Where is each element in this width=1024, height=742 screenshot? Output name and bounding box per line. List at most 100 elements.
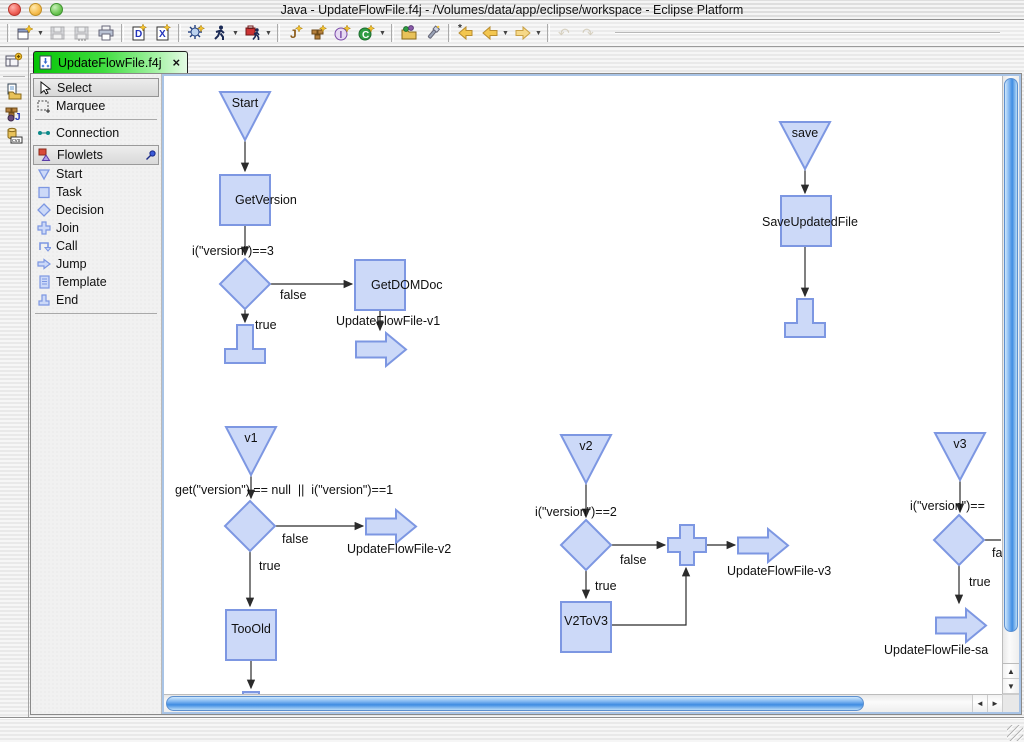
resource-perspective-button[interactable]	[2, 81, 26, 103]
decision-node-main[interactable]	[220, 259, 270, 309]
node-label[interactable]: save	[780, 126, 830, 140]
palette-drawer-flowlets[interactable]: Flowlets	[33, 145, 159, 165]
scroll-right-button[interactable]: ►	[987, 695, 1002, 712]
condition-label[interactable]: i("version")==2	[535, 505, 617, 519]
condition-label[interactable]: get("version") == null || i("version")==…	[175, 483, 393, 497]
pin-icon[interactable]	[144, 148, 158, 162]
last-edit-location-button[interactable]: *	[454, 22, 478, 44]
palette-item-decision[interactable]: Decision	[33, 201, 159, 219]
window-resize-grip[interactable]	[1007, 725, 1023, 741]
false-label[interactable]: false	[620, 553, 646, 567]
new-class-button[interactable]: C	[355, 22, 379, 44]
external-tools-dropdown-caret[interactable]: ▼	[265, 22, 274, 44]
java-perspective-button[interactable]: J	[2, 103, 26, 125]
false-label[interactable]: false	[282, 532, 308, 546]
condition-label[interactable]: i("version")==	[910, 499, 985, 513]
jump-node-save[interactable]	[936, 609, 986, 642]
node-label[interactable]: Start	[220, 96, 270, 110]
back-button[interactable]	[478, 22, 502, 44]
tab-updateflowfile[interactable]: UpdateFlowFile.f4j ×	[33, 51, 188, 73]
jump-node-v1[interactable]	[356, 333, 406, 366]
search-button[interactable]	[421, 22, 445, 44]
save-button[interactable]	[46, 22, 70, 44]
flow-canvas[interactable]: Start GetVersion i("version")==3 false t…	[164, 76, 1002, 694]
palette-item-join[interactable]: Join	[33, 219, 159, 237]
palette-tool-label: Connection	[56, 126, 119, 140]
true-label[interactable]: true	[969, 575, 991, 589]
jump-label[interactable]: UpdateFlowFile-v2	[347, 542, 451, 556]
true-label[interactable]: true	[255, 318, 277, 332]
node-label[interactable]: GetVersion	[235, 193, 297, 207]
new-x-file-button[interactable]: X	[151, 22, 175, 44]
decision-node-icon	[37, 203, 51, 217]
forward-dropdown-caret[interactable]: ▼	[535, 22, 544, 44]
end-node-save[interactable]	[785, 299, 825, 337]
redo-button[interactable]: ↷	[577, 22, 601, 44]
join-node-v2[interactable]	[668, 525, 706, 565]
print-button[interactable]	[94, 22, 118, 44]
open-type-button[interactable]	[397, 22, 421, 44]
save-as-button[interactable]	[70, 22, 94, 44]
tab-close-button[interactable]: ×	[167, 55, 181, 70]
false-label[interactable]: false	[280, 288, 306, 302]
palette-item-template[interactable]: Template	[33, 273, 159, 291]
scroll-up-button[interactable]: ▲	[1003, 664, 1019, 679]
back-dropdown-caret[interactable]: ▼	[502, 22, 511, 44]
zoom-window-button[interactable]	[50, 3, 63, 16]
palette-item-start[interactable]: Start	[33, 165, 159, 183]
undo-button[interactable]: ↶	[553, 22, 577, 44]
jump-node-v2[interactable]	[366, 510, 416, 543]
palette-item-task[interactable]: Task	[33, 183, 159, 201]
new-wizard-dropdown-caret[interactable]: ▼	[37, 22, 46, 44]
close-window-button[interactable]	[8, 3, 21, 16]
minimize-window-button[interactable]	[29, 3, 42, 16]
cvs-perspective-button[interactable]: cvs	[2, 125, 26, 147]
node-label[interactable]: GetDOMDoc	[371, 278, 443, 292]
jump-label[interactable]: UpdateFlowFile-v1	[336, 314, 440, 328]
run-dropdown-caret[interactable]: ▼	[232, 22, 241, 44]
palette-tool-connection[interactable]: Connection	[33, 124, 159, 142]
scroll-left-button[interactable]: ◄	[972, 695, 987, 712]
palette-item-end[interactable]: End	[33, 291, 159, 309]
decision-node-v3[interactable]	[934, 515, 984, 565]
forward-button[interactable]	[511, 22, 535, 44]
true-label[interactable]: true	[595, 579, 617, 593]
true-label[interactable]: true	[259, 559, 281, 573]
asterisk-glyph: *	[458, 24, 462, 34]
node-label[interactable]: v3	[935, 437, 985, 451]
jump-label[interactable]: UpdateFlowFile-v3	[727, 564, 831, 578]
condition-label[interactable]: i("version")==3	[192, 244, 274, 258]
open-perspective-button[interactable]	[2, 50, 26, 72]
vertical-scrollbar-thumb[interactable]	[1004, 78, 1018, 632]
node-label[interactable]: TooOld	[226, 622, 276, 636]
palette-item-call[interactable]: Call	[33, 237, 159, 255]
jump-label[interactable]: UpdateFlowFile-sa	[884, 643, 988, 657]
horizontal-scrollbar-thumb[interactable]	[166, 696, 864, 711]
node-label[interactable]: v1	[226, 431, 276, 445]
new-interface-button[interactable]: I	[331, 22, 355, 44]
node-label[interactable]: SaveUpdatedFile	[762, 215, 858, 229]
new-class-dropdown-caret[interactable]: ▼	[379, 22, 388, 44]
jump-node-v3[interactable]	[738, 529, 788, 562]
palette-item-jump[interactable]: Jump	[33, 255, 159, 273]
connection[interactable]	[611, 568, 686, 625]
decision-node-v2[interactable]	[561, 520, 611, 570]
decision-node-v1[interactable]	[225, 501, 275, 551]
new-d-file-button[interactable]: D	[127, 22, 151, 44]
debug-button[interactable]	[184, 22, 208, 44]
external-tools-button[interactable]	[241, 22, 265, 44]
palette-tool-marquee[interactable]: Marquee	[33, 97, 159, 115]
new-package-button[interactable]	[307, 22, 331, 44]
node-label[interactable]: V2ToV3	[561, 614, 611, 628]
new-wizard-button[interactable]	[13, 22, 37, 44]
run-button[interactable]	[208, 22, 232, 44]
false-label[interactable]: fa	[992, 546, 1002, 560]
new-java-wizard-button[interactable]: J	[283, 22, 307, 44]
palette-tool-select[interactable]: Select	[33, 78, 159, 97]
horizontal-scrollbar-track[interactable]	[164, 695, 972, 712]
scroll-down-button[interactable]: ▼	[1003, 679, 1019, 694]
java-j-glyph: J	[15, 112, 21, 123]
node-label[interactable]: v2	[561, 439, 611, 453]
vertical-scrollbar[interactable]: ▲ ▼	[1002, 76, 1019, 694]
horizontal-scrollbar[interactable]: ◄ ►	[164, 694, 1002, 712]
